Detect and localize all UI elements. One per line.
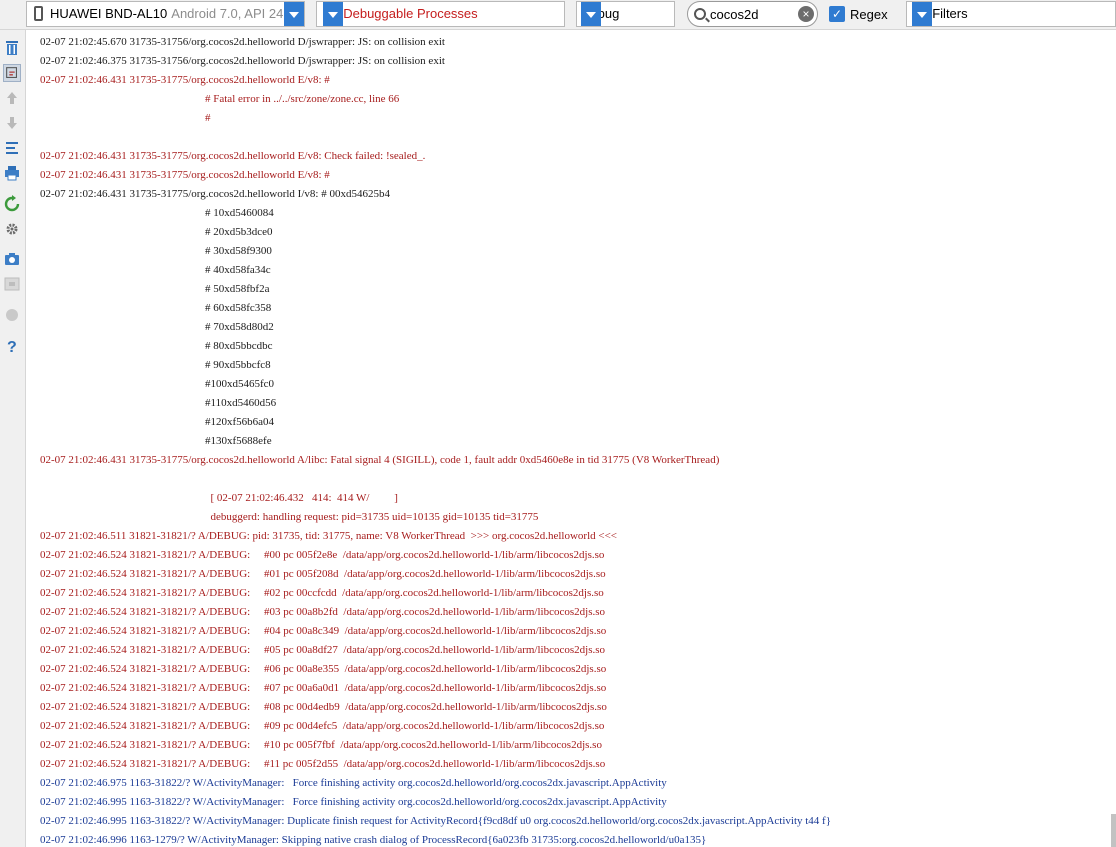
log-line: 02-07 21:02:46.431 31735-31775/org.cocos… xyxy=(40,188,390,200)
log-line: [ 02-07 21:02:46.432 414: 414 W/ ] xyxy=(40,492,398,504)
log-line: 02-07 21:02:46.431 31735-31775/org.cocos… xyxy=(40,150,426,162)
vertical-scrollbar[interactable] xyxy=(1111,814,1116,847)
log-line: 02-07 21:02:46.995 1163-31822/? W/Activi… xyxy=(40,815,831,827)
log-line: 02-07 21:02:46.996 1163-1279/? W/Activit… xyxy=(40,834,707,846)
log-line: 02-07 21:02:46.524 31821-31821/? A/DEBUG… xyxy=(40,644,606,656)
log-line: 02-07 21:02:46.375 31735-31756/org.cocos… xyxy=(40,55,445,67)
log-line: 02-07 21:02:46.431 31735-31775/org.cocos… xyxy=(40,74,330,86)
clear-logcat-icon[interactable] xyxy=(3,39,21,57)
log-line: # 70xd58d80d2 xyxy=(40,321,274,333)
log-line: # 20xd5b3dce0 xyxy=(40,226,273,238)
log-line: # Fatal error in ../../src/zone/zone.cc,… xyxy=(40,93,400,105)
terminate-icon[interactable] xyxy=(3,306,21,324)
chevron-down-icon[interactable] xyxy=(912,2,932,26)
device-select[interactable]: HUAWEI BND-AL10 Android 7.0, API 24 xyxy=(26,1,305,27)
logcat-toolbar: HUAWEI BND-AL10 Android 7.0, API 24 No De… xyxy=(0,0,1116,30)
scroll-up-icon[interactable] xyxy=(3,89,21,107)
log-lines: 02-07 21:02:45.650 31735-31756/org.cocos… xyxy=(27,30,831,847)
logcat-output[interactable]: 02-07 21:02:45.650 31735-31756/org.cocos… xyxy=(27,30,1112,847)
screen-record-icon[interactable] xyxy=(3,275,21,293)
log-line: 02-07 21:02:46.995 1163-31822/? W/Activi… xyxy=(40,796,667,808)
log-line: 02-07 21:02:46.524 31821-31821/? A/DEBUG… xyxy=(40,606,606,618)
use-soft-wraps-icon[interactable] xyxy=(3,139,21,157)
regex-label: Regex xyxy=(850,7,888,22)
log-line: debuggerd: handling request: pid=31735 u… xyxy=(40,511,539,523)
device-name: HUAWEI BND-AL10 xyxy=(50,6,168,21)
log-line: 02-07 21:02:46.524 31821-31821/? A/DEBUG… xyxy=(40,739,602,751)
log-line: #100xd5465fc0 xyxy=(40,378,275,390)
filter-select[interactable]: No Filters xyxy=(906,1,1116,27)
chevron-down-icon[interactable] xyxy=(284,2,304,26)
chevron-down-icon[interactable] xyxy=(581,2,601,26)
process-select-value: No Debuggable Processes xyxy=(323,6,478,21)
log-line: # 80xd5bbcdbc xyxy=(40,340,273,352)
svg-text:?: ? xyxy=(7,339,17,355)
phone-icon xyxy=(34,6,43,21)
process-select[interactable]: No Debuggable Processes xyxy=(316,1,565,27)
log-line: 02-07 21:02:46.524 31821-31821/? A/DEBUG… xyxy=(40,587,604,599)
chevron-down-icon[interactable] xyxy=(323,2,343,26)
logcat-side-toolbar: ? xyxy=(0,30,26,847)
log-line: 02-07 21:02:46.975 1163-31822/? W/Activi… xyxy=(40,777,667,789)
help-icon[interactable]: ? xyxy=(3,337,21,355)
log-line: # 40xd58fa34c xyxy=(40,264,271,276)
search-input[interactable] xyxy=(710,5,788,23)
log-line: 02-07 21:02:46.524 31821-31821/? A/DEBUG… xyxy=(40,549,605,561)
screen-capture-icon[interactable] xyxy=(3,250,21,268)
print-icon[interactable] xyxy=(3,164,21,182)
log-line: 02-07 21:02:46.511 31821-31821/? A/DEBUG… xyxy=(40,530,618,542)
log-line: 02-07 21:02:46.524 31821-31821/? A/DEBUG… xyxy=(40,758,606,770)
log-line: 02-07 21:02:46.524 31821-31821/? A/DEBUG… xyxy=(40,625,607,637)
scroll-down-icon[interactable] xyxy=(3,114,21,132)
log-line: 02-07 21:02:46.431 31735-31775/org.cocos… xyxy=(40,169,330,181)
log-line: # 60xd58fc358 xyxy=(40,302,272,314)
log-line: 02-07 21:02:46.524 31821-31821/? A/DEBUG… xyxy=(40,720,605,732)
log-line: # 50xd58fbf2a xyxy=(40,283,270,295)
device-api: Android 7.0, API 24 xyxy=(171,6,284,21)
regex-checkbox[interactable]: ✓ xyxy=(829,6,845,22)
log-line: 02-07 21:02:46.524 31821-31821/? A/DEBUG… xyxy=(40,682,607,694)
log-line: #110xd5460d56 xyxy=(40,397,277,409)
search-box: × xyxy=(687,1,818,27)
log-line: # xyxy=(40,112,211,124)
log-level-select[interactable]: Debug xyxy=(576,1,675,27)
restart-icon[interactable] xyxy=(3,195,21,213)
log-line: #130xf5688efe xyxy=(40,435,272,447)
soft-wraps-icon[interactable] xyxy=(3,64,21,82)
log-line: # 30xd58f9300 xyxy=(40,245,272,257)
settings-icon[interactable] xyxy=(3,220,21,238)
log-line: #120xf56b6a04 xyxy=(40,416,275,428)
log-line: # 90xd5bbcfc8 xyxy=(40,359,271,371)
log-line: 02-07 21:02:46.431 31735-31775/org.cocos… xyxy=(40,454,720,466)
search-icon[interactable] xyxy=(694,8,706,20)
log-line: 02-07 21:02:46.524 31821-31821/? A/DEBUG… xyxy=(40,701,607,713)
log-line: 02-07 21:02:46.524 31821-31821/? A/DEBUG… xyxy=(40,663,607,675)
log-line: 02-07 21:02:46.524 31821-31821/? A/DEBUG… xyxy=(40,568,606,580)
clear-search-icon[interactable]: × xyxy=(798,6,814,22)
log-line: # 10xd5460084 xyxy=(40,207,274,219)
log-line: 02-07 21:02:45.670 31735-31756/org.cocos… xyxy=(40,36,445,48)
